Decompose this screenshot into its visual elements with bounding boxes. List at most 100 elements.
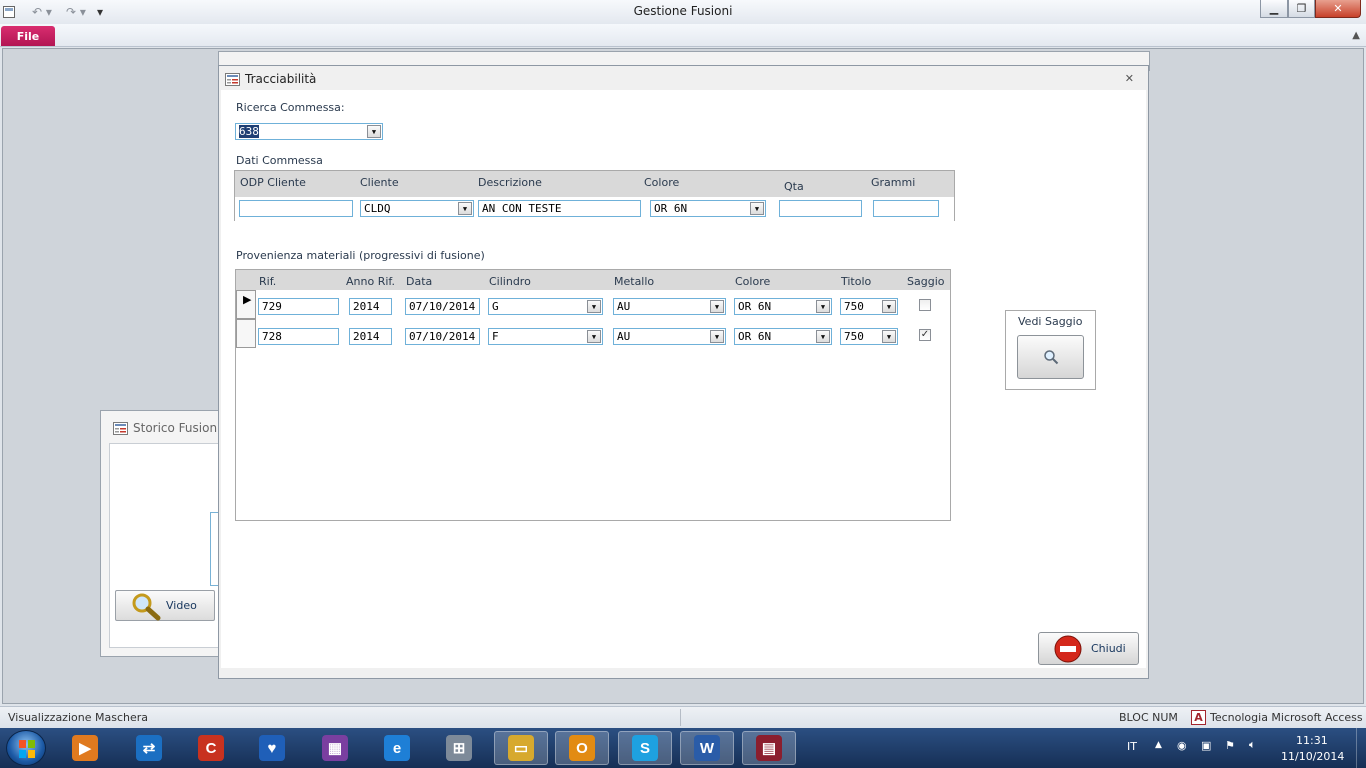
winrar-icon: ▦	[322, 735, 348, 761]
chevron-down-icon[interactable]: ▼	[750, 202, 764, 215]
descrizione-field[interactable]: AN CON TESTE	[478, 200, 641, 217]
title-bar: ↶ ▾ ↷ ▾ ▾ Gestione Fusioni ▁ ❐ ✕	[0, 0, 1366, 24]
cilindro-combo[interactable]: F ▼	[488, 328, 603, 345]
colore-combo[interactable]: OR 6N ▼	[734, 328, 832, 345]
colore-header: Colore	[735, 275, 771, 288]
taskbar-app-calculator[interactable]: ⊞	[432, 731, 486, 765]
provenienza-label: Provenienza materiali (progressivi di fu…	[236, 249, 485, 262]
ribbon-collapse-icon[interactable]: ▲	[1352, 30, 1360, 41]
storico-fusioni-form[interactable]: Storico Fusioni Video	[100, 410, 230, 657]
data-field[interactable]: 07/10/2014	[405, 328, 480, 345]
ricerca-commessa-combo[interactable]: 638 ▼	[235, 123, 383, 140]
show-hidden-icons-icon[interactable]: ▲	[1155, 740, 1162, 750]
rif-field[interactable]: 729	[258, 298, 339, 315]
vedi-saggio-label: Vedi Saggio	[1018, 315, 1083, 328]
magnifier-icon	[1043, 350, 1058, 365]
ribbon: File ▲	[0, 24, 1366, 47]
taskbar-app-ccleaner[interactable]: C	[184, 731, 238, 765]
odp-cliente-field[interactable]	[239, 200, 353, 217]
language-indicator[interactable]: IT	[1127, 740, 1137, 753]
rif-field[interactable]: 728	[258, 328, 339, 345]
vedi-saggio-group: Vedi Saggio	[1005, 310, 1096, 390]
dialog-close-icon[interactable]: ✕	[1125, 72, 1134, 85]
chevron-down-icon[interactable]: ▼	[710, 330, 724, 343]
titolo-combo[interactable]: 750 ▼	[840, 328, 898, 345]
clock-date[interactable]: 11/10/2014	[1281, 750, 1344, 763]
skype-icon: S	[632, 735, 658, 761]
storico-title: Storico Fusioni	[133, 421, 221, 435]
taskbar-app-access-form[interactable]: ▤	[742, 731, 796, 765]
restore-button[interactable]: ❐	[1288, 0, 1315, 18]
anno-field[interactable]: 2014	[349, 328, 392, 345]
status-divider	[680, 709, 681, 726]
cilindro-combo[interactable]: G ▼	[488, 298, 603, 315]
metallo-combo[interactable]: AU ▼	[613, 328, 726, 345]
data-field[interactable]: 07/10/2014	[405, 298, 480, 315]
chiudi-button[interactable]: Chiudi	[1038, 632, 1139, 665]
saggio-checkbox[interactable]	[919, 299, 931, 311]
volume-icon[interactable]: 🔈︎	[1249, 738, 1256, 752]
network-icon[interactable]: ◉	[1177, 739, 1187, 752]
file-tab[interactable]: File	[1, 26, 55, 46]
chevron-down-icon[interactable]: ▼	[587, 300, 601, 313]
chevron-down-icon[interactable]: ▼	[367, 125, 381, 138]
clock-time[interactable]: 11:31	[1296, 734, 1328, 747]
odp-header: ODP Cliente	[240, 176, 306, 189]
record-selector[interactable]	[236, 319, 256, 348]
metallo-value: AU	[617, 300, 631, 313]
close-button[interactable]: ✕	[1315, 0, 1361, 18]
chevron-down-icon[interactable]: ▼	[710, 300, 724, 313]
chevron-down-icon[interactable]: ▼	[816, 330, 830, 343]
vedi-saggio-button[interactable]	[1017, 335, 1084, 379]
colore-header: Colore	[644, 176, 680, 189]
titolo-combo[interactable]: 750 ▼	[840, 298, 898, 315]
action-center-icon[interactable]: ⚑	[1225, 739, 1235, 752]
ricerca-label: Ricerca Commessa:	[236, 101, 345, 114]
chevron-down-icon[interactable]: ▼	[882, 300, 896, 313]
grammi-field[interactable]	[873, 200, 939, 217]
colore-value: OR 6N	[654, 202, 688, 215]
taskbar-app-shield[interactable]: ♥	[245, 731, 299, 765]
saggio-checkbox[interactable]: ✓	[919, 329, 931, 341]
colore-value: OR 6N	[738, 300, 772, 313]
taskbar-app-explorer-folder[interactable]: ▭	[494, 731, 548, 765]
storico-caption: Storico Fusioni	[113, 421, 220, 435]
taskbar-app-teamviewer[interactable]: ⇄	[122, 731, 176, 765]
access-logo-icon: A	[1191, 710, 1206, 725]
taskbar-app-winrar[interactable]: ▦	[308, 731, 362, 765]
minimize-button[interactable]: ▁	[1260, 0, 1288, 18]
colore-combo[interactable]: OR 6N ▼	[650, 200, 766, 217]
qta-header: Qta	[784, 180, 804, 193]
taskbar-app-media-player[interactable]: ▶	[58, 731, 112, 765]
metallo-combo[interactable]: AU ▼	[613, 298, 726, 315]
colore-combo[interactable]: OR 6N ▼	[734, 298, 832, 315]
cliente-combo[interactable]: CLDQ ▼	[360, 200, 474, 217]
taskbar: ▶ ⇄ C ♥ ▦ e ⊞ ▭ O S W ▤ IT ▲ ◉ ▣ ⚑ 🔈︎ 11:31 11/10/2…	[0, 728, 1366, 768]
chevron-down-icon[interactable]: ▼	[587, 330, 601, 343]
taskbar-app-skype[interactable]: S	[618, 731, 672, 765]
titolo-header: Titolo	[841, 275, 872, 288]
taskbar-app-internet-explorer[interactable]: e	[370, 731, 424, 765]
security-icon[interactable]: ▣	[1201, 739, 1211, 752]
outlook-icon: O	[569, 735, 595, 761]
chevron-down-icon[interactable]: ▼	[816, 300, 830, 313]
chevron-down-icon[interactable]: ▼	[882, 330, 896, 343]
anno-header: Anno Rif.	[346, 275, 395, 288]
saggio-header: Saggio	[907, 275, 945, 288]
media-player-icon: ▶	[72, 735, 98, 761]
grammi-header: Grammi	[871, 176, 916, 189]
anno-field[interactable]: 2014	[349, 298, 392, 315]
show-desktop-button[interactable]	[1356, 728, 1366, 768]
chevron-down-icon[interactable]: ▼	[458, 202, 472, 215]
dati-commessa-label: Dati Commessa	[236, 154, 323, 167]
start-button[interactable]	[6, 730, 46, 766]
cliente-value: CLDQ	[364, 202, 391, 215]
ccleaner-icon: C	[198, 735, 224, 761]
video-button[interactable]: Video	[115, 590, 215, 621]
qta-field[interactable]	[779, 200, 862, 217]
record-selector[interactable]: ▶	[236, 290, 256, 319]
taskbar-app-outlook[interactable]: O	[555, 731, 609, 765]
taskbar-app-word[interactable]: W	[680, 731, 734, 765]
colore-value: OR 6N	[738, 330, 772, 343]
chiudi-label: Chiudi	[1091, 642, 1126, 655]
